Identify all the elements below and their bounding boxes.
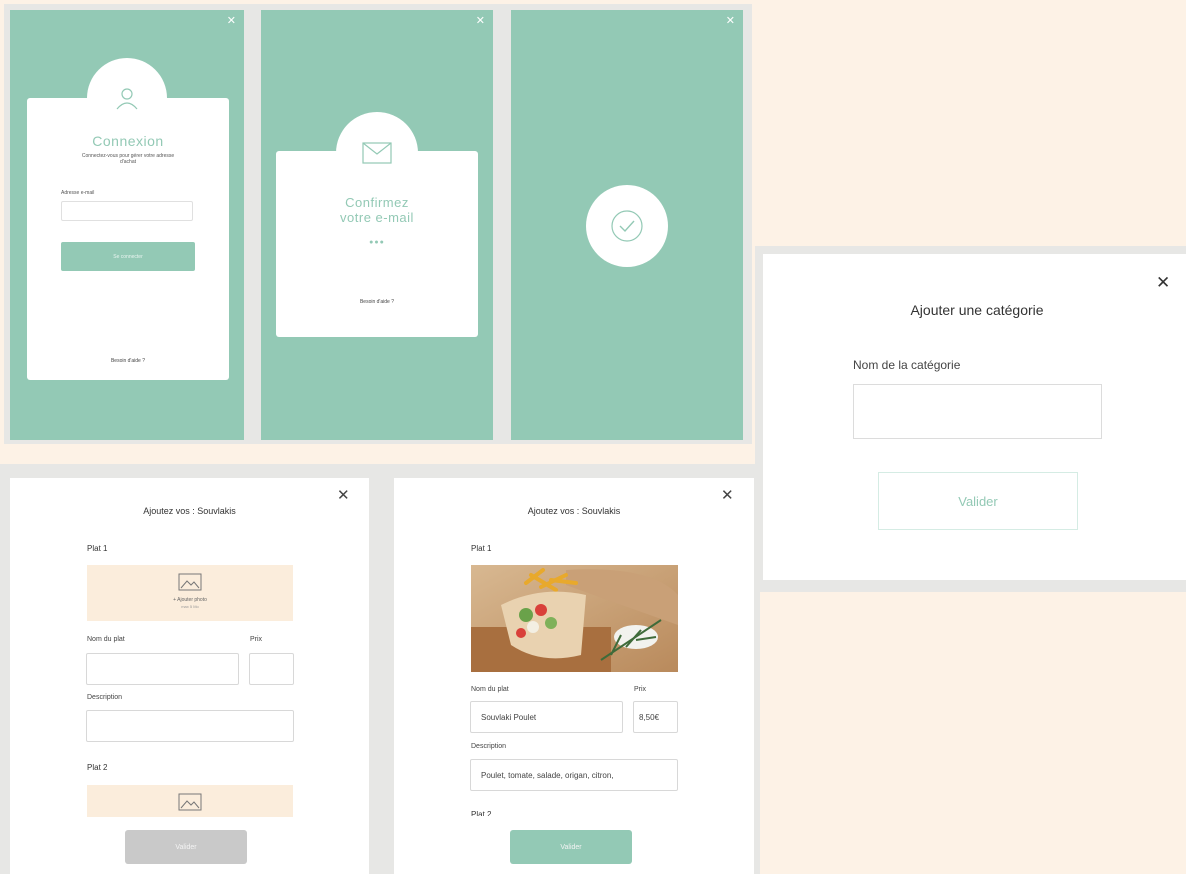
plat-1-heading: Plat 1: [471, 544, 492, 553]
photo-upload-label: + Ajouter photo: [173, 597, 207, 603]
category-name-label: Nom de la catégorie: [853, 358, 961, 372]
envelope-circle: [336, 112, 418, 194]
category-modal-title: Ajouter une catégorie: [910, 302, 1044, 318]
confirm-title-line2: votre e-mail: [340, 210, 414, 225]
add-dish-filled-title: Ajoutez vos : Souvlakis: [527, 506, 621, 516]
dish-name-input[interactable]: Souvlaki Poulet: [470, 701, 623, 733]
login-help-link[interactable]: Besoin d'aide ?: [27, 358, 229, 364]
confirm-help-link[interactable]: Besoin d'aide ?: [276, 299, 478, 305]
photo-upload-zone-2[interactable]: [87, 785, 293, 817]
confirm-email-screen: ✕ Confirmez votre e-mail ●●● Besoin d'ai…: [261, 10, 493, 440]
login-avatar-circle: [87, 58, 167, 138]
envelope-icon: [362, 142, 392, 164]
add-dish-filled-close-icon[interactable]: ✕: [721, 488, 734, 503]
success-screen: ✕: [511, 10, 743, 440]
category-name-input[interactable]: [853, 384, 1102, 439]
plat-2-heading: Plat 2: [87, 763, 108, 772]
category-close-icon[interactable]: ✕: [1156, 274, 1170, 291]
add-dish-empty-close-icon[interactable]: ✕: [337, 488, 350, 503]
success-close-icon[interactable]: ✕: [726, 16, 735, 27]
add-dish-empty-panel: Ajoutez vos : Souvlakis ✕ Plat 1 + Ajout…: [10, 478, 369, 874]
photo-upload-hint: max 5 Mo: [181, 604, 199, 609]
price-label: Prix: [250, 636, 263, 643]
image-icon: [178, 793, 202, 811]
price-input[interactable]: 8,50€: [633, 701, 678, 733]
login-card: Connexion Connectez-vous pour gérer votr…: [27, 98, 229, 380]
plat-1-heading: Plat 1: [87, 544, 108, 553]
email-field[interactable]: [61, 201, 193, 221]
confirm-title-line1: Confirmez: [345, 195, 409, 210]
login-subtitle: Connectez-vous pour gérer votre adresse …: [81, 153, 175, 165]
login-screen: ✕ Connexion Connectez-vous pour gérer vo…: [10, 10, 244, 440]
email-label: Adresse e-mail: [61, 190, 95, 196]
description-input[interactable]: Poulet, tomate, salade, origan, citron,: [470, 759, 678, 791]
loading-dots: ●●●: [369, 239, 385, 246]
image-icon: [178, 573, 202, 591]
add-dish-empty-title: Ajoutez vos : Souvlakis: [143, 506, 236, 516]
login-close-icon[interactable]: ✕: [227, 16, 236, 27]
add-dish-empty-submit-button[interactable]: Valider: [125, 830, 247, 864]
photo-upload-zone[interactable]: + Ajouter photo max 5 Mo: [87, 565, 293, 621]
check-circle-icon: [611, 210, 643, 242]
dish-name-input[interactable]: [86, 653, 239, 685]
dish-name-label: Nom du plat: [87, 636, 125, 643]
price-input[interactable]: [249, 653, 294, 685]
price-label: Prix: [634, 686, 647, 693]
description-label: Description: [471, 743, 507, 750]
confirm-close-icon[interactable]: ✕: [476, 16, 485, 27]
description-label: Description: [87, 694, 123, 701]
category-submit-button[interactable]: Valider: [878, 472, 1078, 530]
category-modal: ✕ Ajouter une catégorie Nom de la catégo…: [763, 254, 1186, 580]
add-dish-filled-submit-button[interactable]: Valider: [510, 830, 632, 864]
success-circle: [586, 185, 668, 267]
dish-name-label: Nom du plat: [471, 686, 509, 693]
plat-2-heading: Plat 2: [471, 810, 492, 816]
add-dish-filled-panel: Ajoutez vos : Souvlakis ✕ Plat 1 Nom du …: [394, 478, 754, 874]
login-button[interactable]: Se connecter: [61, 242, 195, 271]
user-icon: [116, 88, 138, 110]
dish-photo[interactable]: [471, 565, 678, 672]
description-input[interactable]: [86, 710, 294, 742]
